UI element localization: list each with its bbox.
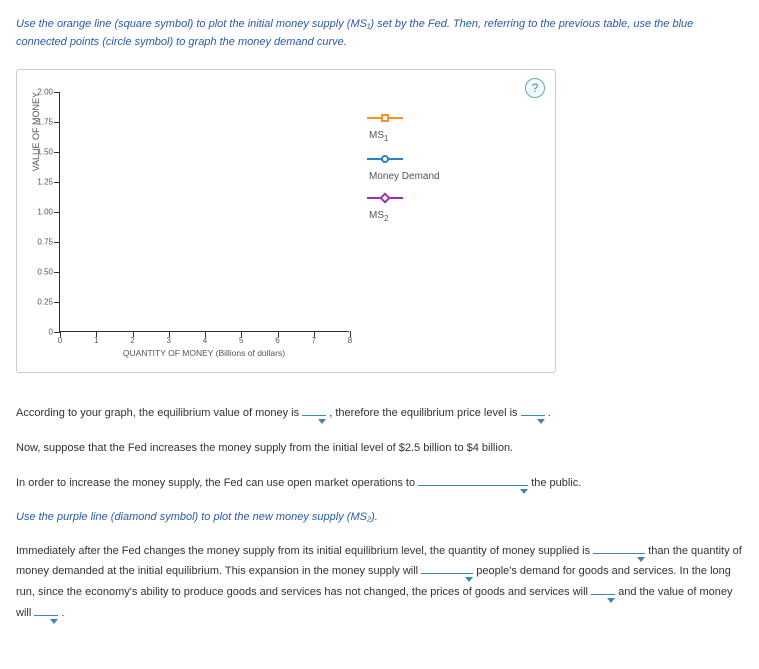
instructions-ms2: Use the purple line (diamond symbol) to … [16, 508, 743, 527]
question-open-market: In order to increase the money supply, t… [16, 473, 743, 494]
dropdown-eq-value[interactable] [302, 415, 326, 416]
dropdown-supplied-compare[interactable] [593, 553, 645, 554]
x-tick-label: 2 [130, 336, 134, 345]
y-tick [54, 302, 60, 303]
y-tick-label: 1.50 [25, 148, 53, 157]
y-tick [54, 212, 60, 213]
legend-money-demand[interactable] [367, 151, 440, 167]
y-tick [54, 242, 60, 243]
y-tick [54, 272, 60, 273]
x-tick-label: 3 [167, 336, 171, 345]
y-tick-label: 2.00 [25, 88, 53, 97]
y-tick-label: 0.50 [25, 268, 53, 277]
y-tick-label: 0.25 [25, 298, 53, 307]
plot-area[interactable]: 00.250.500.751.001.251.501.752.000123456… [59, 92, 349, 332]
dropdown-value-direction[interactable] [34, 615, 58, 616]
legend-ms1[interactable] [367, 110, 440, 126]
y-tick-label: 0 [25, 328, 53, 337]
x-tick-label: 6 [275, 336, 279, 345]
instructions-intro: Use the orange line (square symbol) to p… [16, 16, 743, 51]
x-tick-label: 1 [94, 336, 98, 345]
dropdown-eq-price[interactable] [521, 415, 545, 416]
legend-ms1-label: MS1 [367, 130, 440, 143]
legend-ms2-label: MS2 [367, 210, 440, 223]
diamond-icon [367, 197, 403, 199]
y-tick [54, 152, 60, 153]
legend-ms2[interactable] [367, 190, 440, 206]
y-tick [54, 182, 60, 183]
y-tick-label: 1.25 [25, 178, 53, 187]
y-tick [54, 92, 60, 93]
square-icon [367, 117, 403, 119]
dropdown-prices-direction[interactable] [591, 594, 615, 595]
x-tick-label: 5 [239, 336, 243, 345]
legend: MS1 Money Demand MS2 [367, 92, 440, 231]
y-tick-label: 1.00 [25, 208, 53, 217]
legend-md-label: Money Demand [367, 171, 440, 182]
dropdown-demand-effect[interactable] [421, 573, 473, 574]
x-tick-label: 8 [348, 336, 352, 345]
y-tick-label: 1.75 [25, 118, 53, 127]
scenario-fed-increase: Now, suppose that the Fed increases the … [16, 438, 743, 459]
y-tick [54, 122, 60, 123]
question-equilibrium: According to your graph, the equilibrium… [16, 403, 743, 424]
x-tick-label: 4 [203, 336, 207, 345]
circle-icon [367, 158, 403, 160]
dropdown-omo-action[interactable] [418, 485, 528, 486]
x-tick-label: 7 [312, 336, 316, 345]
y-tick-label: 0.75 [25, 238, 53, 247]
help-button[interactable]: ? [525, 78, 545, 98]
x-tick-label: 0 [58, 336, 62, 345]
question-after-change: Immediately after the Fed changes the mo… [16, 541, 743, 625]
x-axis-label: QUANTITY OF MONEY (Billions of dollars) [59, 348, 349, 358]
chart-panel: ? VALUE OF MONEY 00.250.500.751.001.251.… [16, 69, 556, 373]
